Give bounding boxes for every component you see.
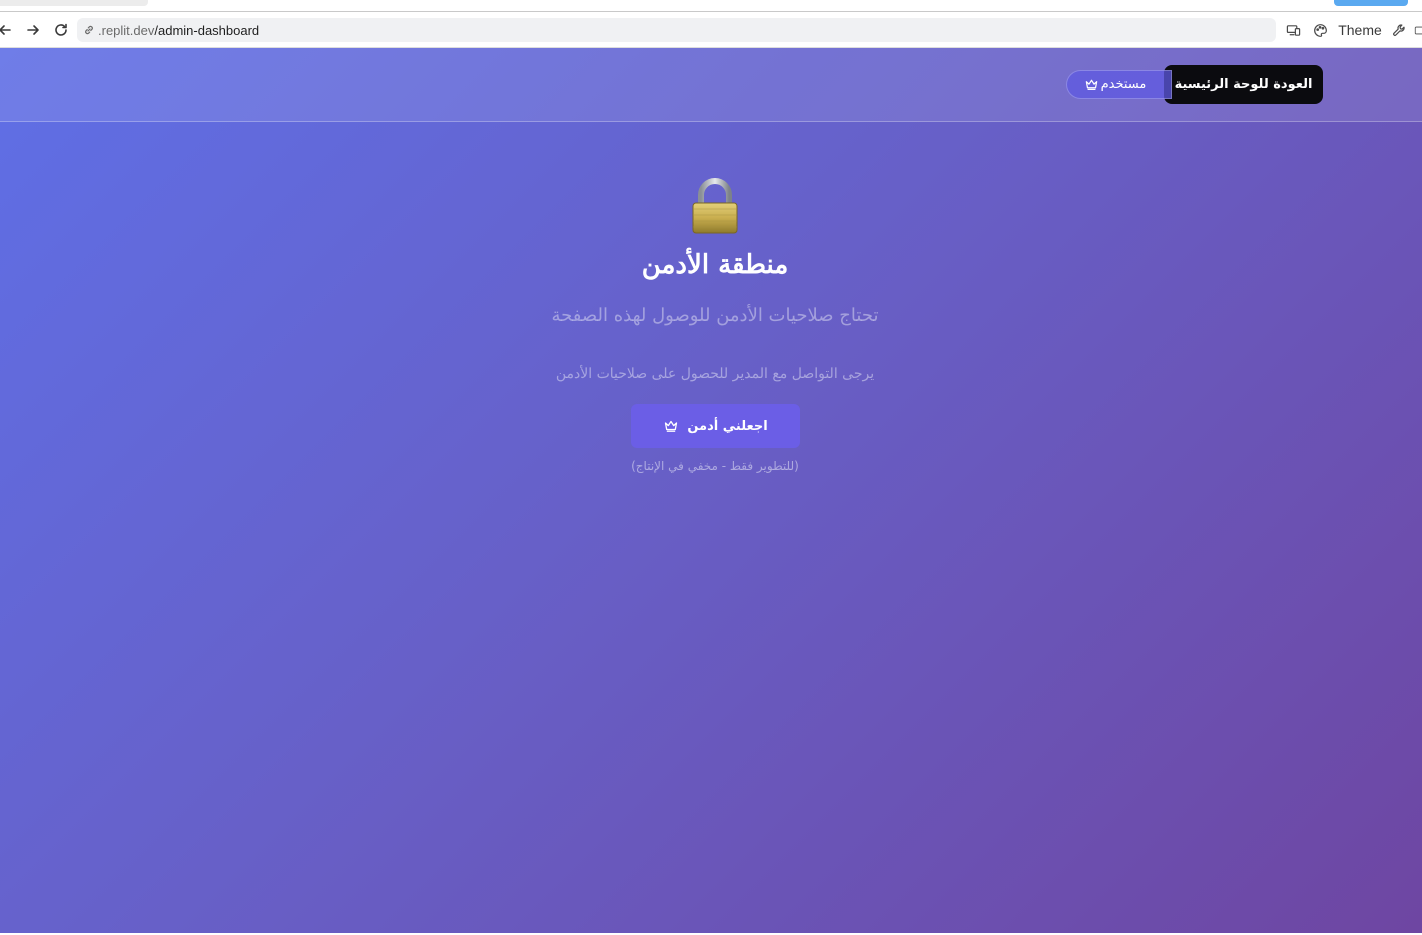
arrow-right-icon [27,25,39,35]
make-admin-label: اجعلني أدمن [687,418,768,434]
page-header: العودة للوحة الرئيسية مستخدم [0,48,1422,122]
tab-strip [0,0,1422,12]
reload-icon [55,23,67,36]
url-text: .replit.dev/admin-dashboard [98,23,259,38]
wrench-icon [1392,23,1405,36]
back-nav-button[interactable] [0,18,16,42]
sidebar-toggle-button[interactable] [1414,18,1422,42]
role-badge-label: مستخدم [1100,77,1147,92]
make-me-admin-button[interactable]: اجعلني أدمن [631,404,800,448]
sidebar-icon [1414,26,1422,34]
dev-only-note: (للتطوير فقط - مخفي في الإنتاج) [631,459,799,473]
wrench-button[interactable] [1390,18,1408,42]
back-to-dashboard-button[interactable]: العودة للوحة الرئيسية [1164,65,1323,104]
palette-button[interactable] [1311,18,1329,42]
arrow-left-icon [0,25,11,35]
browser-action-button[interactable] [1334,0,1408,6]
lock-icon [692,178,738,234]
contact-admin-note: يرجى التواصل مع المدير للحصول على صلاحيا… [555,366,875,382]
reload-button[interactable] [50,18,72,42]
devices-button[interactable] [1284,18,1302,42]
devices-icon [1286,24,1300,36]
browser-tab[interactable] [0,0,148,6]
theme-button[interactable]: Theme [1336,18,1384,42]
forward-nav-button[interactable] [22,18,44,42]
palette-icon [1313,23,1327,37]
url-host: .replit.dev [98,22,155,38]
url-path: /admin-dashboard [154,22,260,38]
page-viewport: العودة للوحة الرئيسية مستخدم منطقة الأدم… [0,48,1422,933]
page-subtitle: تحتاج صلاحيات الأدمن للوصول لهذه الصفحة [551,305,879,326]
address-bar[interactable]: .replit.dev/admin-dashboard [77,18,1276,42]
theme-label: Theme [1338,22,1382,38]
browser-toolbar: .replit.dev/admin-dashboard Theme [0,12,1422,48]
crown-icon [665,420,678,432]
user-role-badge: مستخدم [1066,70,1172,99]
page-title: منطقة الأدمن [641,250,789,280]
crown-icon [1085,79,1097,90]
link-icon [83,24,95,36]
